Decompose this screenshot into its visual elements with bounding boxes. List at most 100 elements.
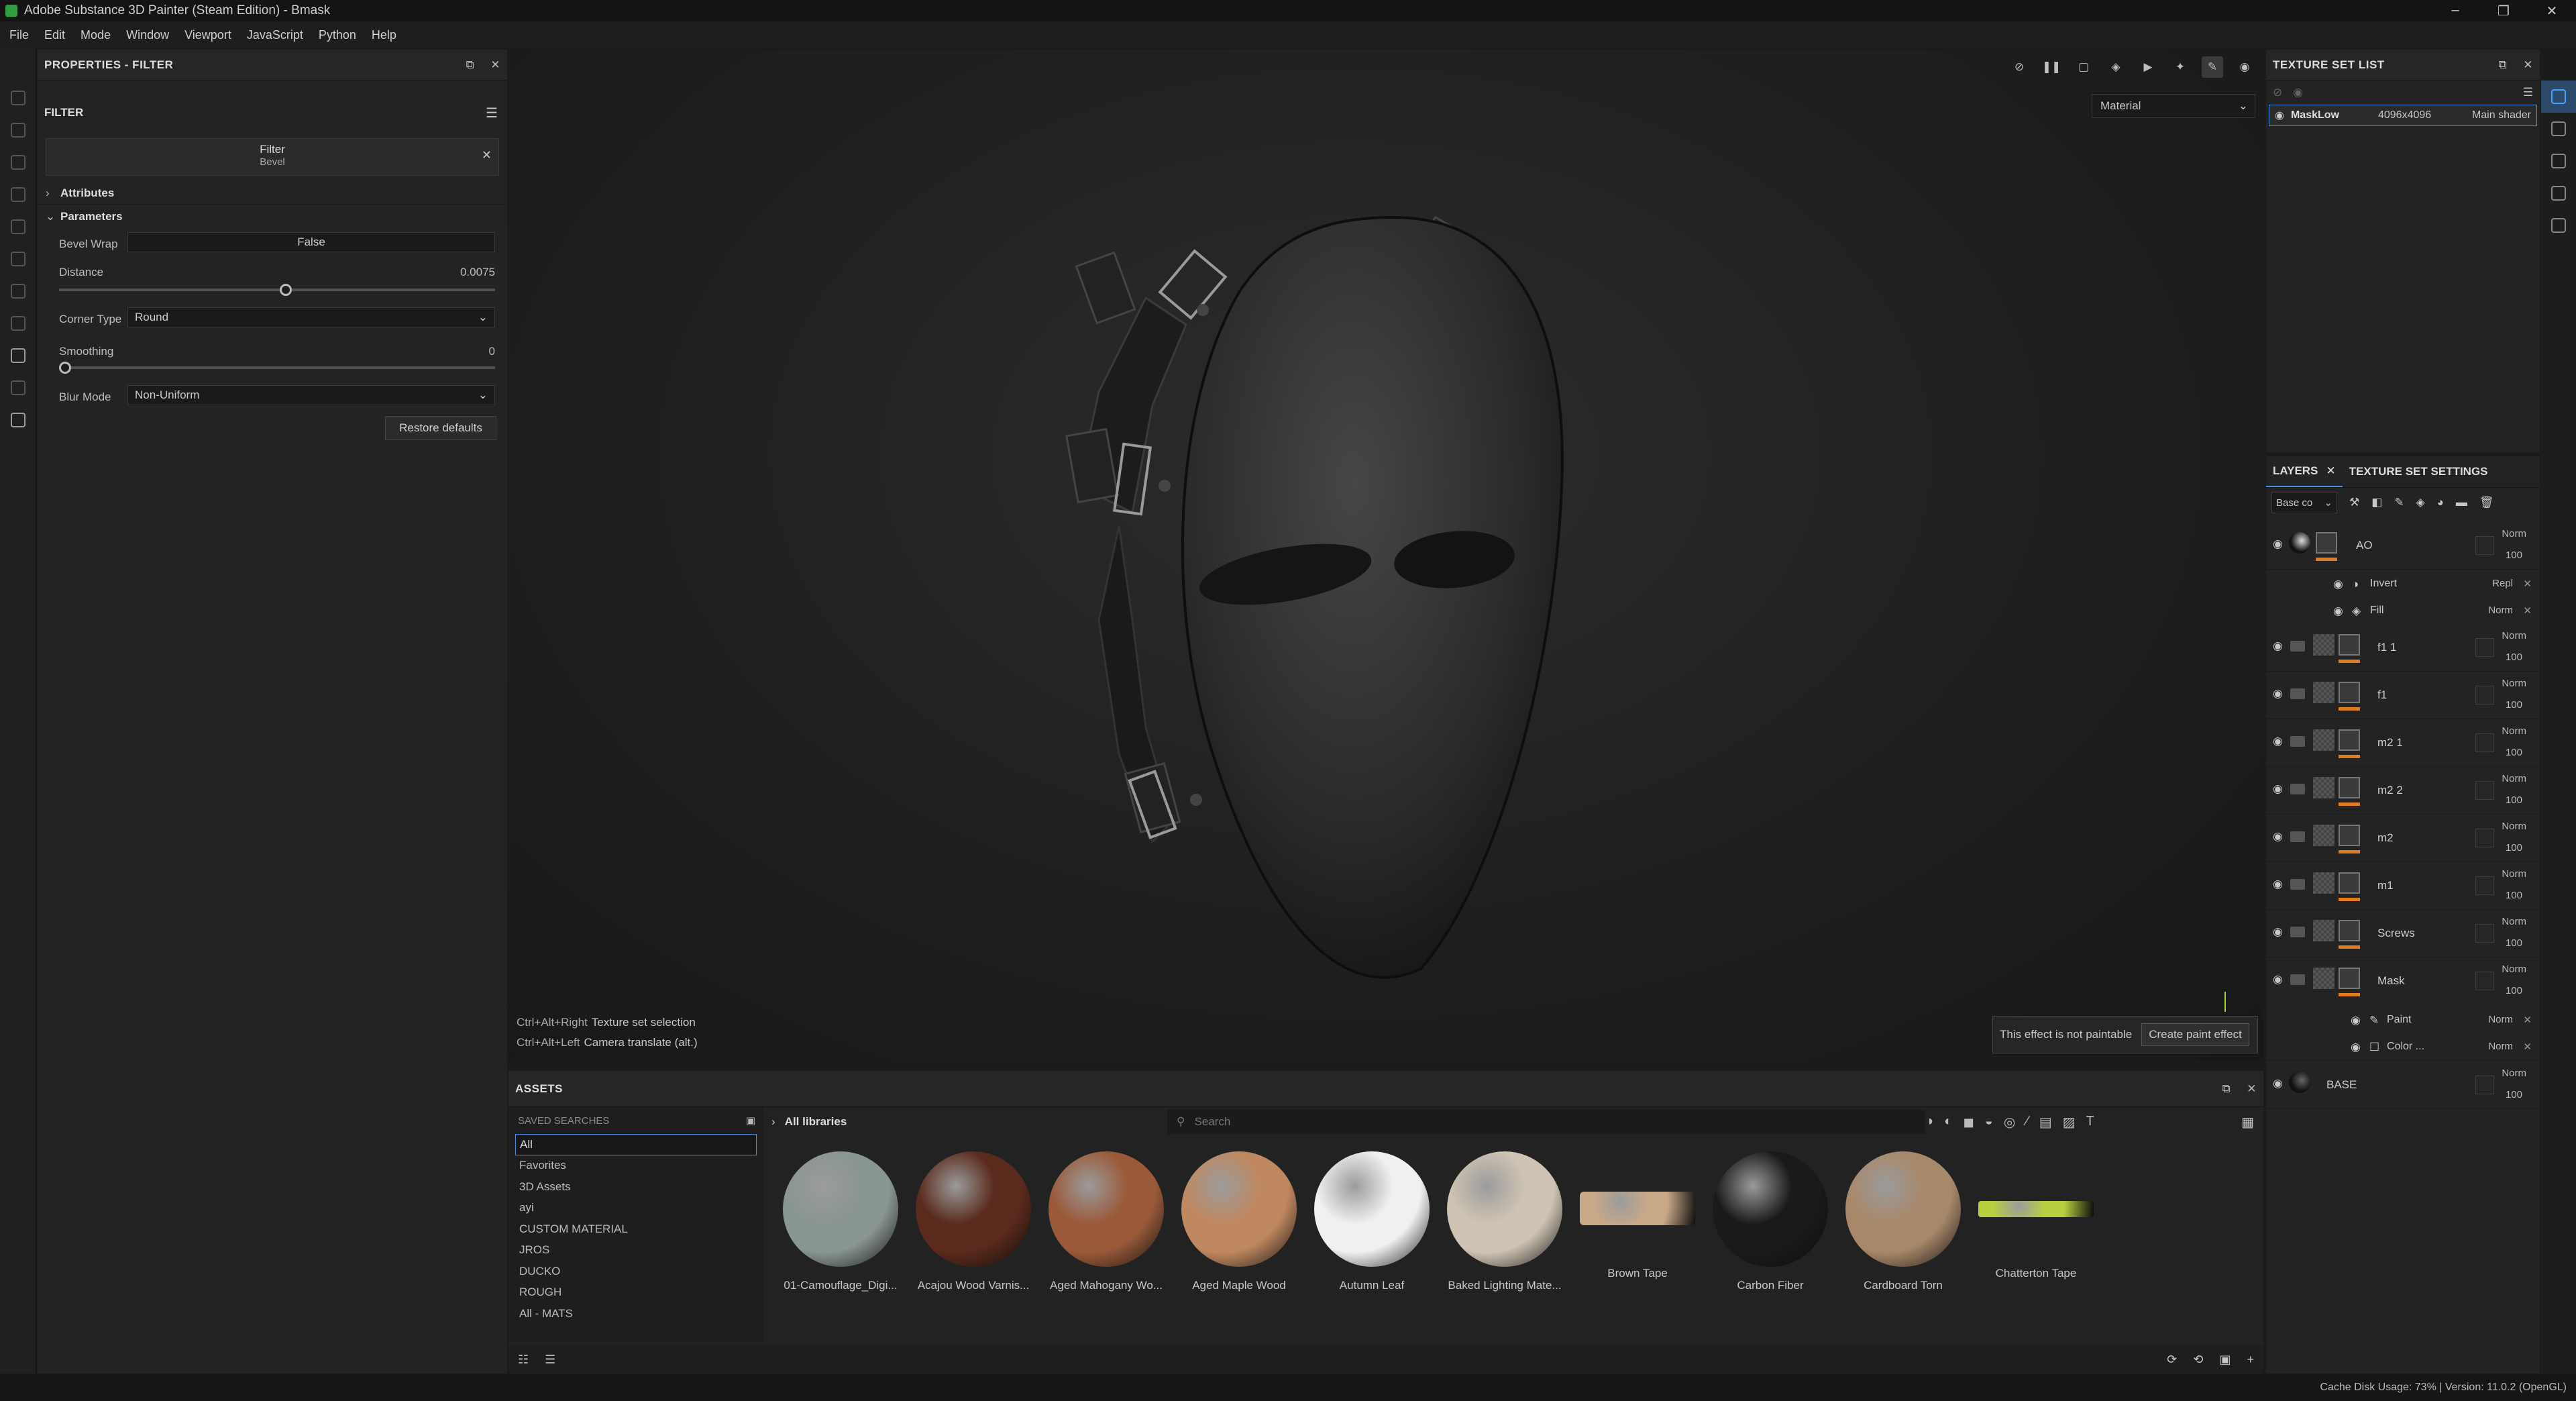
- effect-row[interactable]: ◉ ✎ Paint Norm ✕: [2266, 1007, 2540, 1034]
- layer-name[interactable]: m1: [2377, 879, 2394, 892]
- tab-texture-set-settings[interactable]: TEXTURE SET SETTINGS: [2343, 456, 2495, 487]
- saved-search-item[interactable]: All - MATS: [508, 1303, 763, 1325]
- menu-edit[interactable]: Edit: [44, 28, 65, 42]
- bevel-wrap-toggle[interactable]: False: [127, 232, 495, 252]
- screenshot-icon[interactable]: ◉: [2234, 56, 2255, 78]
- material-thumbnail[interactable]: Baked Lighting Mate...: [1441, 1151, 1568, 1292]
- effect-blend[interactable]: Repl: [2492, 578, 2513, 589]
- restore-icon[interactable]: ❐: [2479, 3, 2528, 19]
- add-effect-icon[interactable]: ⚒: [2349, 496, 2359, 509]
- filter-icon[interactable]: [0, 404, 36, 436]
- effect-blend[interactable]: Norm: [2488, 1041, 2513, 1052]
- grid-view-icon[interactable]: ▦: [2241, 1114, 2254, 1131]
- environment-icon[interactable]: ▨: [2063, 1114, 2076, 1131]
- saved-search-item[interactable]: 3D Assets: [508, 1176, 763, 1198]
- eye-icon[interactable]: ◉: [2273, 782, 2283, 796]
- close-window-icon[interactable]: ✕: [2528, 3, 2576, 19]
- undock-icon[interactable]: ⧉: [2499, 58, 2508, 72]
- smoothing-slider[interactable]: [59, 362, 495, 374]
- material-thumbnail[interactable]: Aged Mahogany Wo...: [1042, 1151, 1170, 1292]
- history-icon[interactable]: ⟲: [2193, 1353, 2203, 1367]
- layer-name[interactable]: m2 1: [2377, 736, 2403, 749]
- clone-tool-icon[interactable]: [0, 243, 36, 275]
- undock-icon[interactable]: ⧉: [466, 58, 475, 72]
- mask-model[interactable]: [1018, 150, 1823, 1009]
- layer-name[interactable]: Screws: [2377, 927, 2415, 940]
- saved-search-item[interactable]: DUCKO: [508, 1261, 763, 1282]
- eye-icon[interactable]: ◉: [2273, 735, 2283, 748]
- effect-row[interactable]: ◉ ☐ Color ... Norm ✕: [2266, 1034, 2540, 1061]
- menu-icon[interactable]: ☰: [2523, 86, 2533, 99]
- layer-name[interactable]: AO: [2356, 539, 2373, 552]
- text-icon[interactable]: T: [2086, 1114, 2094, 1131]
- viewport[interactable]: ⊘ ❚❚ ▢ ◈ ▶ ✦ ✎ ◉ Material ⌄ Ctrl+Alt+Rig…: [508, 50, 2263, 1061]
- layer-name[interactable]: m2: [2377, 831, 2394, 845]
- filter-selector[interactable]: Filter Bevel ✕: [46, 138, 499, 176]
- texture-set-resolution[interactable]: 4096x4096: [2378, 109, 2459, 121]
- material-filter-icon[interactable]: ◑: [1925, 1114, 1933, 1131]
- filter-type-icon[interactable]: ◒: [1985, 1114, 1993, 1131]
- effect-row[interactable]: ◉ ◑ Invert Repl ✕: [2266, 571, 2540, 598]
- layer-opacity[interactable]: 100: [2506, 937, 2522, 949]
- eye-icon[interactable]: ◉: [2273, 830, 2283, 843]
- list-view-icon[interactable]: ☰: [545, 1353, 555, 1367]
- layer-opacity[interactable]: 100: [2506, 842, 2522, 853]
- add-fill-layer-icon[interactable]: ◈: [2416, 496, 2425, 509]
- menu-help[interactable]: Help: [372, 28, 396, 42]
- add-folder-icon[interactable]: ▬: [2456, 496, 2467, 509]
- close-panel-icon[interactable]: ✕: [2523, 58, 2533, 72]
- layer-blend-mode[interactable]: Norm: [2502, 821, 2526, 832]
- paint-mode-icon[interactable]: ✎: [2202, 56, 2223, 78]
- corner-type-dropdown[interactable]: Round ⌄: [127, 307, 495, 327]
- layer-blend-mode[interactable]: Norm: [2502, 964, 2526, 975]
- layer-opacity[interactable]: 100: [2506, 550, 2522, 561]
- saved-search-item[interactable]: Favorites: [508, 1155, 763, 1177]
- layer-blend-mode[interactable]: Norm: [2502, 916, 2526, 927]
- texture-set-shader[interactable]: Main shader: [2472, 109, 2531, 121]
- eye-icon[interactable]: ◉: [2293, 86, 2303, 99]
- remove-effect-icon[interactable]: ✕: [2523, 578, 2532, 590]
- pause-icon[interactable]: ❚❚: [2041, 56, 2062, 78]
- generator-icon[interactable]: ◎: [2004, 1114, 2015, 1131]
- close-panel-icon[interactable]: ✕: [2247, 1082, 2257, 1096]
- eye-icon[interactable]: ◉: [2351, 1041, 2361, 1054]
- texture-set-item[interactable]: ◉ MaskLow 4096x4096 Main shader: [2269, 105, 2537, 126]
- restore-defaults-button[interactable]: Restore defaults: [385, 416, 496, 440]
- eye-icon[interactable]: ◉: [2273, 878, 2283, 891]
- brush-filter-icon[interactable]: ⁄: [2026, 1114, 2028, 1131]
- search-input[interactable]: Search: [1194, 1115, 1230, 1129]
- close-tab-icon[interactable]: ✕: [2326, 464, 2335, 478]
- layer-opacity[interactable]: 100: [2506, 652, 2522, 663]
- layer-blend-mode[interactable]: Norm: [2502, 1068, 2526, 1079]
- distance-value[interactable]: 0.0075: [460, 266, 495, 279]
- layer-row[interactable]: ◉ f1 1 Norm 100: [2266, 625, 2540, 672]
- layer-row[interactable]: ◉ m2 Norm 100: [2266, 815, 2540, 862]
- properties-icon[interactable]: [0, 340, 36, 372]
- history-icon[interactable]: [2541, 209, 2576, 242]
- layer-opacity[interactable]: 100: [2506, 699, 2522, 711]
- distance-slider[interactable]: [59, 284, 495, 296]
- eye-icon[interactable]: ◉: [2273, 537, 2283, 551]
- menu-javascript[interactable]: JavaScript: [247, 28, 303, 42]
- shader-settings-icon[interactable]: [2541, 177, 2576, 209]
- eye-icon[interactable]: ◉: [2273, 1077, 2283, 1090]
- attributes-section[interactable]: › Attributes: [38, 181, 507, 204]
- effect-row[interactable]: ◉ ◈ Fill Norm ✕: [2266, 598, 2540, 625]
- eye-icon[interactable]: ◉: [2273, 687, 2283, 701]
- layers-icon[interactable]: [2541, 145, 2576, 177]
- remove-effect-icon[interactable]: ✕: [2523, 1014, 2532, 1026]
- undock-icon[interactable]: ⧉: [2222, 1082, 2231, 1096]
- import-icon[interactable]: ▣: [2219, 1353, 2231, 1367]
- layer-opacity[interactable]: 100: [2506, 985, 2522, 996]
- save-search-icon[interactable]: ▣: [746, 1114, 755, 1127]
- eye-icon[interactable]: ◉: [2273, 639, 2283, 653]
- geometry-fill-icon[interactable]: [0, 178, 36, 211]
- menu-mode[interactable]: Mode: [80, 28, 111, 42]
- material-thumbnail[interactable]: Carbon Fiber: [1707, 1151, 1834, 1292]
- layer-name[interactable]: f1 1: [2377, 641, 2396, 654]
- saved-search-item[interactable]: CUSTOM MATERIAL: [508, 1218, 763, 1240]
- saved-search-item[interactable]: JROS: [508, 1240, 763, 1261]
- remove-effect-icon[interactable]: ✕: [2523, 1041, 2532, 1053]
- menu-viewport[interactable]: Viewport: [184, 28, 231, 42]
- layer-name[interactable]: Mask: [2377, 974, 2405, 988]
